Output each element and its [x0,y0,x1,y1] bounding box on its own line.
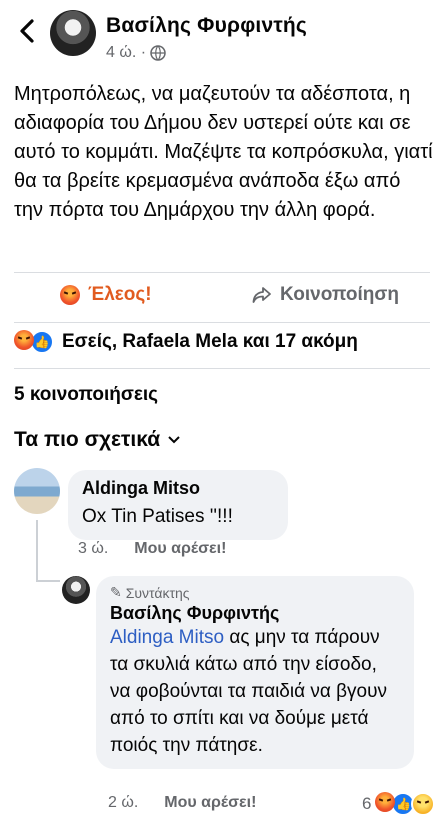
share-icon [252,287,271,303]
share-button-label: Κοινοποίηση [280,284,399,305]
reaction-emoji-stack: 👍 [14,330,54,354]
author-badge: ✎ Συντάκτης [110,584,400,601]
comment-time[interactable]: 3 ώ. [78,540,108,558]
reply-reaction-count: 6 [362,794,372,813]
reaction-button[interactable]: Έλεος! [60,284,152,306]
reply-bubble: ✎ Συντάκτης Βασίλης Φυρφιντής Aldinga Mi… [96,576,414,769]
reply-like-button[interactable]: Μου αρέσει! [164,794,256,812]
post-meta: 4 ώ. · [106,44,166,62]
reply-text: Aldinga Mitso ας μην τα πάρουν τα σκυλιά… [110,624,400,759]
share-button[interactable]: Κοινοποίηση [252,284,399,306]
comment-meta: 3 ώ. Μου αρέσει! [78,540,226,558]
reactions-summary[interactable]: 👍 Εσείς, Rafaela Mela και 17 ακόμη [14,330,358,354]
anger-emoji-icon [14,330,34,350]
reaction-button-label: Έλεος! [88,284,152,305]
author-badge-label: Συντάκτης [125,584,190,601]
reply-reactions[interactable]: 6 👍 [362,792,436,816]
back-arrow-icon[interactable] [14,16,40,46]
author-avatar[interactable] [50,10,96,56]
thread-line [36,580,60,582]
reply-meta: 2 ώ. Μου αρέσει! [108,794,256,812]
pencil-icon: ✎ [110,584,122,600]
post-time[interactable]: 4 ώ. · [106,44,146,62]
mention-link[interactable]: Aldinga Mitso [110,627,224,648]
comment-filter-label: Τα πιο σχετικά [14,428,161,451]
reply-author-avatar[interactable] [62,576,90,604]
chevron-down-icon [168,436,180,444]
reaction-emoji-stack: 👍 [375,792,436,816]
globe-icon [150,45,166,61]
author-name[interactable]: Βασίλης Φυρφιντής [106,14,307,38]
reply-time[interactable]: 2 ώ. [108,794,138,812]
anger-emoji-icon [60,285,80,305]
post-body: Μητροπόλεως, να μαζευτούν τα αδέσποτα, η… [14,83,433,221]
comment-text: Ox Tin Patises ''!!! [82,506,233,527]
comment-bubble: Aldinga Mitso Ox Tin Patises ''!!! [68,470,288,540]
commenter-avatar[interactable] [14,468,60,514]
reactions-summary-text: Εσείς, Rafaela Mela και 17 ακόμη [62,331,358,352]
haha-emoji-icon [411,792,436,816]
divider [14,322,430,323]
thread-line [36,520,38,582]
divider [14,368,430,369]
comment-like-button[interactable]: Μου αρέσει! [134,540,226,558]
shares-count[interactable]: 5 κοινοποιήσεις [14,384,158,406]
comment-filter-dropdown[interactable]: Τα πιο σχετικά [14,428,180,452]
reply-author[interactable]: Βασίλης Φυρφιντής [110,603,400,624]
comment-author[interactable]: Aldinga Mitso [82,478,274,499]
divider [14,272,430,273]
